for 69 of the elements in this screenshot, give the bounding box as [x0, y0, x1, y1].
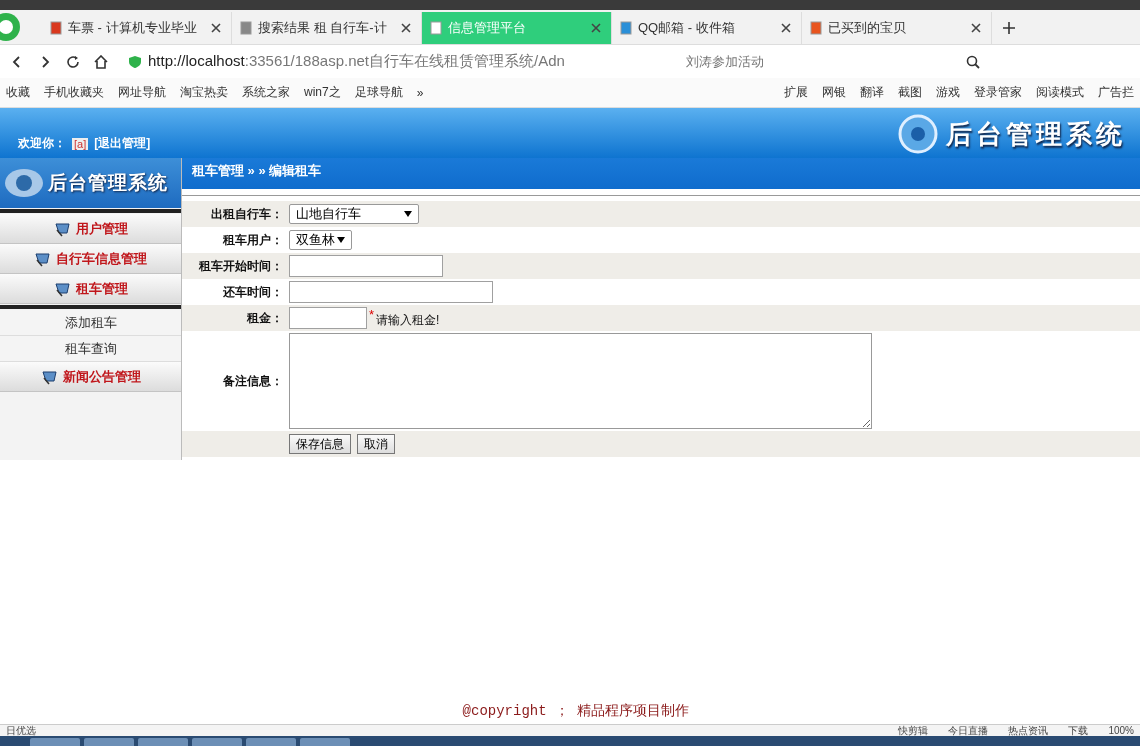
- toolbar-button[interactable]: 游戏: [936, 84, 960, 101]
- close-icon[interactable]: [779, 21, 793, 35]
- field-label: 出租自行车：: [210, 205, 284, 223]
- bookmark-link[interactable]: 系统之家: [242, 84, 290, 101]
- sidebar-group[interactable]: 用户管理: [0, 214, 181, 244]
- status-button[interactable]: 热点资讯: [1008, 725, 1049, 736]
- caret-icon: [404, 211, 412, 217]
- input-field[interactable]: [289, 281, 493, 303]
- text-area[interactable]: [289, 333, 872, 429]
- tab-title: 搜索结果 租 自行车-计: [258, 19, 388, 37]
- breadcrumb: 租车管理 » » 编辑租车: [192, 161, 322, 180]
- field-label: 还车时间：: [222, 283, 284, 301]
- reload-icon[interactable]: [66, 54, 80, 69]
- bookmark-link[interactable]: »: [416, 85, 424, 100]
- bookmark-link[interactable]: 收藏: [6, 84, 30, 101]
- hint-text: 请输入租金!: [376, 311, 440, 329]
- home-icon[interactable]: [94, 54, 108, 69]
- close-icon[interactable]: [399, 21, 413, 35]
- dropdown[interactable]: 双鱼林: [289, 230, 352, 250]
- field-label: 租车开始时间：: [198, 257, 284, 275]
- toolbar-button[interactable]: 网银: [822, 84, 846, 101]
- close-icon[interactable]: [969, 21, 983, 35]
- caret-icon: [337, 237, 345, 243]
- tab-title: 已买到的宝贝: [828, 19, 907, 37]
- status-button[interactable]: 今日直播: [948, 725, 989, 736]
- sidebar-group[interactable]: 新闻公告管理: [0, 362, 181, 392]
- sidebar-title: 后台管理系统: [48, 171, 168, 195]
- search-field[interactable]: 刘涛参加活动: [676, 49, 986, 74]
- input-field[interactable]: [289, 307, 367, 329]
- toolbar-button[interactable]: 广告拦: [1098, 84, 1134, 101]
- field-label: 备注信息：: [222, 372, 284, 390]
- status-button[interactable]: 下载: [1068, 725, 1089, 736]
- welcome-text: 欢迎你：: [18, 135, 66, 152]
- browser-logo-icon: [0, 12, 22, 42]
- close-icon[interactable]: [589, 21, 603, 35]
- dropdown[interactable]: 山地自行车: [289, 204, 419, 224]
- bookmark-link[interactable]: 手机收藏夹: [44, 84, 104, 101]
- input-field[interactable]: [289, 255, 443, 277]
- close-icon[interactable]: [209, 21, 223, 35]
- status-button[interactable]: 100%: [1108, 725, 1134, 736]
- toolbar-button[interactable]: 截图: [898, 84, 922, 101]
- toolbar-button[interactable]: 翻译: [860, 84, 884, 101]
- toolbar-button[interactable]: 扩展: [784, 84, 808, 101]
- plus-icon[interactable]: [1002, 21, 1016, 35]
- sidebar-group[interactable]: 租车管理: [0, 274, 181, 304]
- form-button[interactable]: 取消: [357, 434, 395, 454]
- user-name: [a]: [72, 137, 89, 150]
- toolbar-button[interactable]: 阅读模式: [1036, 84, 1084, 101]
- tab-title: 车票 - 计算机专业毕业: [68, 19, 198, 37]
- search-icon: [966, 54, 980, 69]
- shield-icon: [128, 54, 142, 69]
- system-title: 后台管理系统: [946, 117, 1126, 151]
- status-text: 日优选: [6, 725, 36, 736]
- toolbar-button[interactable]: 登录管家: [974, 84, 1022, 101]
- copyright-text: @copyright ； 精品程序项目制作: [462, 702, 690, 720]
- tab-title: 信息管理平台: [448, 19, 527, 37]
- bookmark-link[interactable]: 足球导航: [354, 84, 403, 101]
- address-field[interactable]: http://localhost:33561/188asp.net自行车在线租赁管理系统/Adn: [122, 48, 662, 75]
- field-label: 租车用户：: [222, 231, 284, 249]
- bookmark-link[interactable]: 网址导航: [118, 84, 166, 101]
- form-button[interactable]: 保存信息: [289, 434, 351, 454]
- logout-link[interactable]: [退出管理]: [94, 135, 151, 152]
- bookmark-link[interactable]: win7之: [304, 84, 341, 101]
- bookmark-link[interactable]: 淘宝热卖: [180, 84, 228, 101]
- sidebar-group[interactable]: 自行车信息管理: [0, 244, 181, 274]
- tab-title: QQ邮箱 - 收件箱: [638, 19, 736, 37]
- required-mark: *: [369, 307, 375, 322]
- field-label: 租金：: [246, 309, 284, 327]
- status-button[interactable]: 快剪辑: [898, 725, 929, 736]
